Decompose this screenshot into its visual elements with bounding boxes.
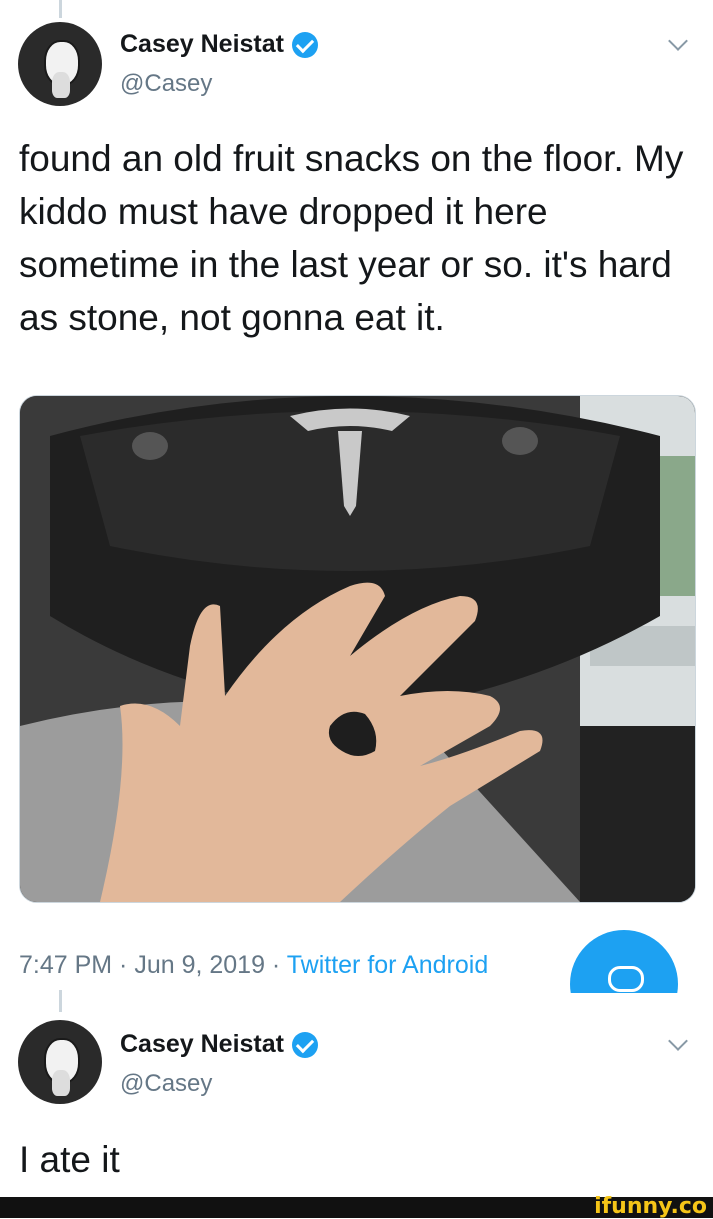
compose-icon: [608, 966, 644, 992]
author-name[interactable]: Casey Neistat: [120, 1030, 284, 1059]
thread-line-middle: [59, 990, 62, 1012]
avatar[interactable]: [18, 22, 102, 106]
tweet-source[interactable]: Twitter for Android: [287, 951, 488, 979]
verified-icon: [291, 31, 318, 58]
thread-line-top: [59, 0, 62, 18]
verified-icon: [291, 1031, 318, 1058]
watermark: ifunny.co: [594, 1194, 707, 1219]
compose-button[interactable]: [570, 930, 678, 993]
author-name[interactable]: Casey Neistat: [120, 30, 284, 59]
tweet-meta: 7:47 PM · Jun 9, 2019 · Twitter for Andr…: [19, 951, 488, 980]
author-row: Casey Neistat: [120, 1030, 318, 1059]
author-handle[interactable]: @Casey: [120, 1070, 212, 1098]
author-row: Casey Neistat: [120, 30, 318, 59]
tweet-text: found an old fruit snacks on the floor. …: [19, 138, 684, 338]
chevron-down-icon[interactable]: [668, 31, 688, 51]
tweet-text: I ate it: [19, 1139, 120, 1180]
author-handle[interactable]: @Casey: [120, 70, 212, 98]
avatar-hand: [52, 72, 70, 98]
timestamp[interactable]: 7:47 PM · Jun 9, 2019 ·: [19, 951, 287, 979]
photo-illustration: [20, 396, 695, 902]
chevron-down-icon[interactable]: [668, 1031, 688, 1051]
avatar-hand: [52, 1070, 70, 1096]
avatar[interactable]: [18, 1020, 102, 1104]
tweet-photo[interactable]: [19, 395, 696, 903]
